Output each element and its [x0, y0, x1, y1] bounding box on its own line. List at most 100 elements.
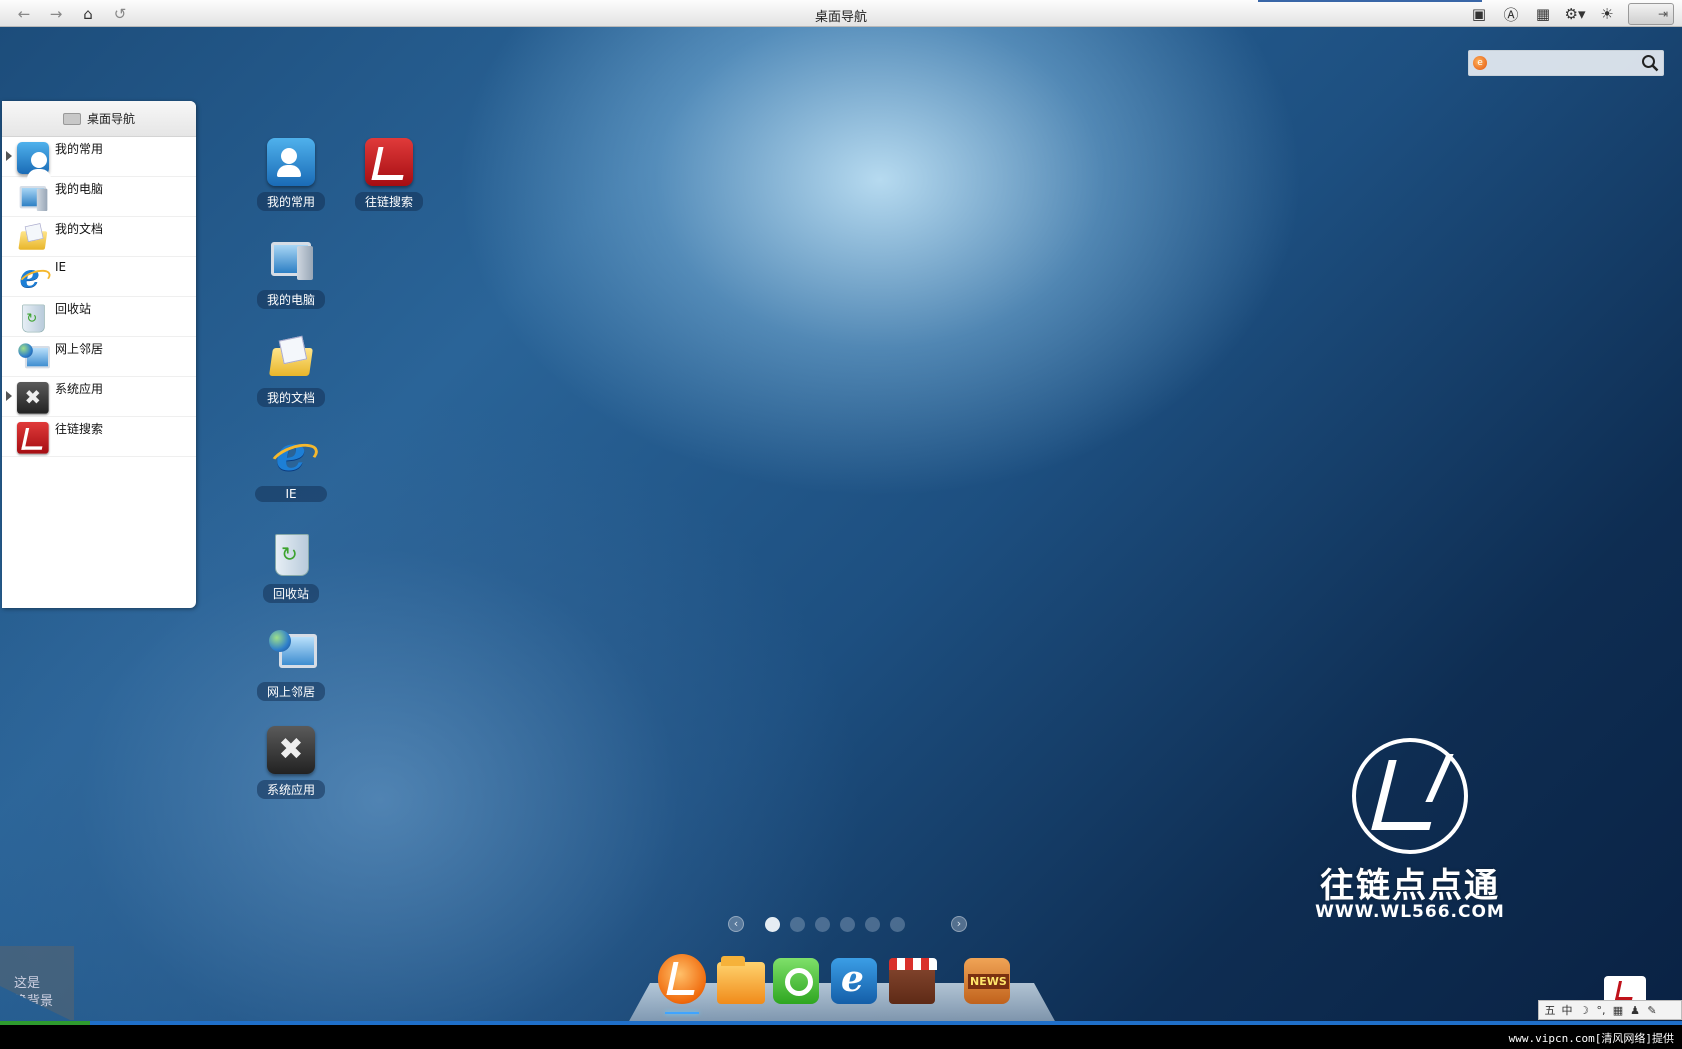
nav-item-label: 网上邻居 — [55, 342, 104, 356]
user-icon — [267, 138, 315, 186]
top-toolbar: ← → ⌂ ↺ 桌面导航 ▣ Ⓐ ▦ ⚙▾ ☀ ⇥ — [0, 0, 1682, 27]
desktop-nav-panel: 桌面导航 我的常用 我的电脑 我的文档 IE 回收站 网上邻居 — [2, 101, 196, 608]
taskbar-strip — [0, 1021, 1682, 1025]
network-icon — [267, 628, 317, 676]
search-icon[interactable] — [1641, 54, 1659, 72]
ime-chinese-icon[interactable]: 中 — [1560, 1002, 1574, 1018]
system-tools-icon — [267, 726, 315, 774]
wl-search-icon — [365, 138, 413, 186]
brand-url: WWW.WL566.COM — [1315, 902, 1505, 922]
nav-item-label: 我的文档 — [55, 222, 104, 236]
ime-punctuation-icon[interactable]: °, — [1594, 1004, 1608, 1017]
page-dot[interactable] — [865, 916, 880, 932]
brand-logo-icon — [1352, 738, 1468, 854]
desktop-icon-wl-search[interactable]: 往链搜索 — [349, 132, 429, 214]
desktop-icon-label: 我的常用 — [256, 192, 325, 211]
wl-app-icon[interactable] — [658, 954, 706, 1004]
search-app-icon[interactable] — [773, 958, 819, 1004]
expand-arrow-icon[interactable] — [6, 391, 12, 401]
ime-halfwidth-icon[interactable]: ☽ — [1577, 1004, 1591, 1017]
user-icon — [17, 142, 51, 181]
search-box: e — [1468, 50, 1664, 76]
nav-item-recycle-bin[interactable]: 回收站 — [2, 297, 196, 337]
page-dot[interactable] — [790, 916, 805, 932]
nav-item-my-computer[interactable]: 我的电脑 — [2, 177, 196, 217]
font-icon[interactable]: Ⓐ — [1500, 4, 1522, 24]
desktop-icon-my-favorites[interactable]: 我的常用 — [251, 132, 331, 214]
nav-item-wl-search[interactable]: 往链搜索 — [2, 417, 196, 457]
recycle-bin-icon — [17, 302, 49, 334]
nav-item-label: 系统应用 — [55, 382, 104, 396]
nav-item-label: 我的常用 — [55, 142, 104, 156]
ime-wubi-icon[interactable]: 五 — [1543, 1002, 1557, 1018]
recycle-bin-icon — [267, 530, 315, 578]
page-dot[interactable] — [840, 916, 855, 932]
ime-keyboard-icon[interactable]: ▦ — [1611, 1004, 1625, 1017]
folder-icon — [62, 112, 81, 125]
desktop-icon-ie[interactable]: IE — [251, 426, 331, 508]
desktop-icon-network[interactable]: 网上邻居 — [251, 622, 331, 704]
prev-page-icon[interactable]: ‹ — [728, 916, 744, 932]
page-dot[interactable] — [765, 916, 780, 932]
expand-arrow-icon[interactable] — [6, 151, 12, 161]
desktop-icon-label: 网上邻居 — [256, 682, 325, 701]
tip-line-1: 这是 — [14, 976, 41, 991]
ie-icon[interactable] — [831, 958, 877, 1004]
desktop-icon-label: 我的电脑 — [256, 290, 325, 309]
exit-button[interactable]: ⇥ — [1628, 3, 1674, 25]
network-icon — [17, 342, 51, 374]
desktop-icon-recycle-bin[interactable]: 回收站 — [251, 524, 331, 606]
nav-list: 我的常用 我的电脑 我的文档 IE 回收站 网上邻居 系统应用 — [2, 137, 196, 457]
nav-item-network[interactable]: 网上邻居 — [2, 337, 196, 377]
desktop-icon-system-apps[interactable]: 系统应用 — [251, 720, 331, 802]
exit-icon: ⇥ — [1657, 7, 1668, 21]
desktop-pager: ‹ › — [728, 916, 967, 932]
nav-panel-header: 桌面导航 — [2, 101, 196, 137]
nav-item-my-favorites[interactable]: 我的常用 — [2, 137, 196, 181]
ie-icon — [17, 258, 49, 294]
ime-user-icon[interactable]: ♟ — [1628, 1004, 1642, 1017]
ie-icon — [267, 426, 315, 480]
desktop-icon-my-documents[interactable]: 我的文档 — [251, 328, 331, 410]
system-tools-icon — [17, 382, 49, 414]
mouse-cursor-icon — [2, 506, 11, 522]
desktop-icon-my-computer[interactable]: 我的电脑 — [251, 230, 331, 312]
folder-icon[interactable] — [717, 956, 765, 1004]
active-app-indicator — [665, 1012, 699, 1014]
ime-toolbar: 五 中 ☽ °, ▦ ♟ ✎ — [1538, 1000, 1682, 1020]
computer-icon — [17, 182, 49, 214]
brightness-icon[interactable]: ☀ — [1596, 4, 1618, 24]
nav-item-my-documents[interactable]: 我的文档 — [2, 217, 196, 257]
nav-item-label: IE — [55, 260, 67, 274]
computer-icon — [267, 236, 315, 284]
nav-item-ie[interactable]: IE — [2, 257, 196, 297]
wl-search-icon — [17, 422, 49, 454]
page-dot[interactable] — [815, 916, 830, 932]
next-page-icon[interactable]: › — [951, 916, 967, 932]
briefcase-icon[interactable]: ▣ — [1468, 4, 1490, 24]
brand-name: 往链点点通 — [1320, 866, 1500, 906]
page-dot[interactable] — [890, 916, 905, 932]
nav-panel-title: 桌面导航 — [86, 112, 135, 126]
desktop-icon-label: IE — [255, 486, 327, 502]
search-engine-logo-icon: e — [1473, 56, 1487, 70]
toolbar-accent-line — [1258, 0, 1482, 2]
window-title: 桌面导航 — [814, 10, 867, 25]
nav-item-system-apps[interactable]: 系统应用 — [2, 377, 196, 417]
documents-folder-icon — [267, 334, 315, 382]
nav-item-label: 往链搜索 — [55, 422, 104, 436]
credit-text: www.vipcn.com[清风网络]提供 — [1508, 1032, 1674, 1045]
desktop-icon-label: 系统应用 — [256, 780, 325, 799]
nav-item-label: 回收站 — [55, 302, 92, 316]
news-icon[interactable] — [964, 958, 1010, 1004]
desktop-icon-label: 我的文档 — [256, 388, 325, 407]
settings-icon[interactable]: ⚙▾ — [1564, 4, 1586, 24]
search-input[interactable] — [1491, 54, 1633, 72]
app-store-icon[interactable] — [889, 958, 937, 1004]
calculator-icon[interactable]: ▦ — [1532, 4, 1554, 24]
documents-folder-icon — [17, 222, 49, 254]
desktop-icon-label: 往链搜索 — [354, 192, 423, 211]
ime-settings-icon[interactable]: ✎ — [1645, 1004, 1659, 1017]
nav-item-label: 我的电脑 — [55, 182, 104, 196]
desktop-icon-label: 回收站 — [262, 584, 319, 603]
